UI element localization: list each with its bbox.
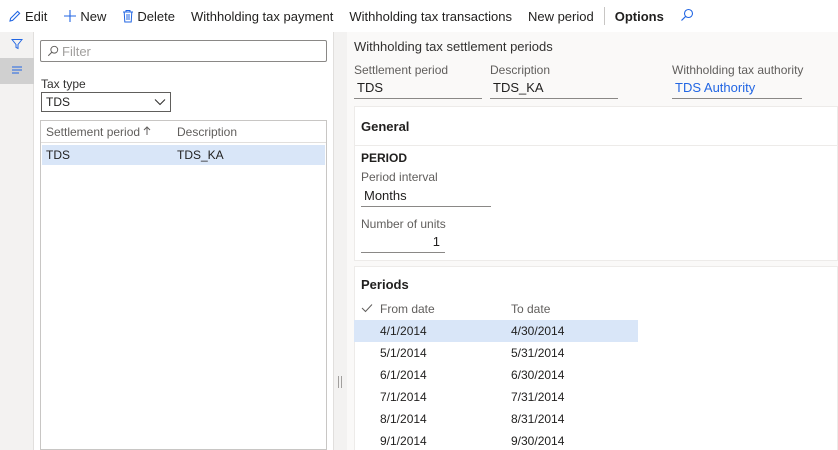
withholding-tax-payment-button[interactable]: Withholding tax payment [183, 0, 341, 32]
tax-type-value: TDS [46, 95, 70, 109]
new-button[interactable]: New [55, 0, 114, 32]
withholding-tax-authority-field[interactable]: TDS Authority [672, 79, 802, 99]
pane-splitter[interactable] [333, 32, 347, 450]
withholding-tax-authority-label: Withholding tax authority [672, 63, 804, 77]
edit-button[interactable]: Edit [0, 0, 55, 32]
table-row[interactable]: 9/1/2014 9/30/2014 [354, 430, 638, 450]
page-title: Withholding tax settlement periods [354, 39, 553, 54]
column-header-description[interactable]: Description [172, 125, 237, 139]
divider [355, 145, 837, 146]
table-row[interactable]: TDS TDS_KA [42, 145, 325, 165]
list-icon [11, 64, 23, 78]
left-rail [0, 32, 34, 450]
table-row[interactable]: 8/1/2014 8/31/2014 [354, 408, 638, 430]
periods-grid: From date To date 4/1/2014 4/30/2014 5/1… [354, 298, 638, 450]
delete-label: Delete [137, 8, 175, 24]
plus-icon [63, 9, 77, 23]
column-header-to-date[interactable]: To date [511, 302, 550, 316]
withholding-tax-transactions-button[interactable]: Withholding tax transactions [341, 0, 520, 32]
column-label: Settlement period [46, 124, 141, 139]
cell-from-date: 4/1/2014 [380, 324, 427, 338]
delete-button[interactable]: Delete [114, 0, 183, 32]
general-fasttab: General PERIOD Period interval Months Nu… [354, 106, 838, 261]
settlement-period-grid: Settlement period Description TDS TDS_KA [40, 120, 327, 450]
options-tab[interactable]: Options [607, 0, 672, 32]
action-pane: Edit New Delete Withholding tax payment … [0, 0, 838, 32]
search-icon [680, 8, 694, 25]
filter-input[interactable]: Filter [40, 40, 327, 62]
table-row[interactable]: 4/1/2014 4/30/2014 [354, 320, 638, 342]
detail-pane: Withholding tax settlement periods Settl… [347, 32, 838, 450]
pencil-icon [8, 9, 22, 23]
new-label: New [80, 8, 107, 24]
cell-to-date: 6/30/2014 [511, 368, 565, 382]
cell-from-date: 7/1/2014 [380, 390, 427, 404]
tax-type-select[interactable]: TDS [41, 92, 171, 112]
filter-placeholder: Filter [62, 43, 91, 59]
search-button[interactable] [672, 8, 702, 25]
periods-tab-header[interactable]: Periods [361, 277, 409, 292]
sort-ascending-icon [143, 125, 151, 139]
cell-to-date: 5/31/2014 [511, 346, 565, 360]
cell-to-date: 7/31/2014 [511, 390, 565, 404]
general-tab-header[interactable]: General [361, 119, 409, 134]
description-label: Description [490, 63, 551, 77]
checkmark-icon [361, 302, 373, 316]
select-all-checkbox[interactable] [354, 302, 380, 316]
description-field[interactable]: TDS_KA [490, 79, 618, 99]
cell-settlement-period: TDS [46, 148, 70, 162]
cell-from-date: 6/1/2014 [380, 368, 427, 382]
funnel-icon [10, 38, 24, 53]
new-period-button[interactable]: New period [520, 0, 602, 32]
column-header-from-date[interactable]: From date [380, 302, 511, 316]
show-filters-button[interactable] [0, 32, 34, 58]
show-list-button[interactable] [0, 58, 34, 84]
list-pane: Filter Tax type TDS Settlement period De… [34, 32, 333, 450]
settlement-period-field[interactable]: TDS [354, 79, 482, 99]
table-row[interactable]: 5/1/2014 5/31/2014 [354, 342, 638, 364]
search-icon [47, 45, 59, 57]
tax-type-label: Tax type [41, 77, 86, 91]
number-of-units-field[interactable]: 1 [361, 233, 445, 253]
period-section-heading: PERIOD [361, 151, 408, 165]
cell-to-date: 8/31/2014 [511, 412, 565, 426]
trash-icon [122, 9, 134, 23]
toolbar-divider [603, 7, 605, 25]
column-header-settlement-period[interactable]: Settlement period [41, 125, 172, 139]
table-row[interactable]: 7/1/2014 7/31/2014 [354, 386, 638, 408]
number-of-units-label: Number of units [361, 217, 446, 231]
period-interval-label: Period interval [361, 170, 438, 184]
grid-header: Settlement period Description [41, 121, 326, 143]
chevron-down-icon [154, 95, 166, 109]
cell-from-date: 5/1/2014 [380, 346, 427, 360]
edit-label: Edit [25, 8, 48, 24]
cell-from-date: 8/1/2014 [380, 412, 427, 426]
splitter-grip-icon [338, 376, 342, 388]
cell-from-date: 9/1/2014 [380, 434, 427, 448]
period-interval-field[interactable]: Months [361, 187, 491, 207]
periods-grid-header: From date To date [354, 298, 638, 320]
table-row[interactable]: 6/1/2014 6/30/2014 [354, 364, 638, 386]
cell-to-date: 4/30/2014 [511, 324, 565, 338]
settlement-period-label: Settlement period [354, 63, 449, 77]
cell-description: TDS_KA [177, 148, 224, 162]
cell-to-date: 9/30/2014 [511, 434, 565, 448]
